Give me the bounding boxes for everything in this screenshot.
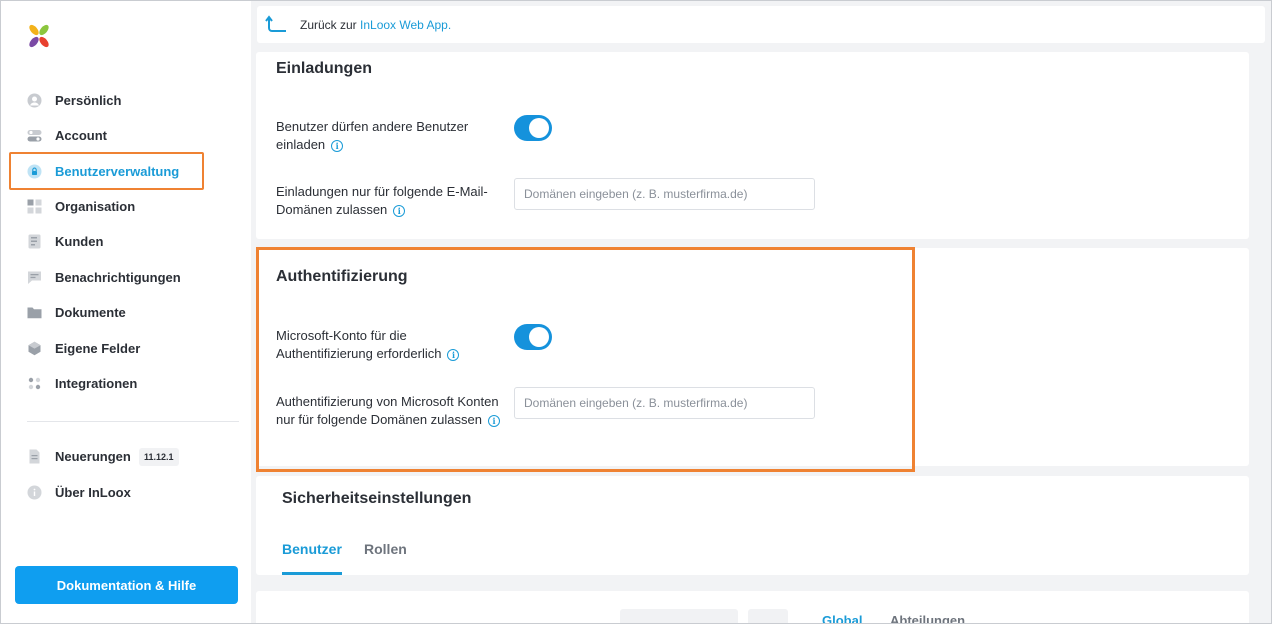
authentication-title: Authentifizierung (276, 268, 408, 285)
sidebar-item-eigene-felder[interactable]: Eigene Felder (1, 331, 251, 366)
authentication-card: Authentifizierung Microsoft-Konto für di… (256, 248, 1249, 466)
version-badge: 11.12.1 (139, 448, 179, 466)
sidebar-item-label: Über InLoox (55, 485, 131, 500)
inloox-logo-icon[interactable] (27, 23, 51, 49)
back-link-prefix: Zurück zur (300, 17, 361, 32)
plug-icon (27, 376, 42, 391)
allow-invite-label: Benutzer dürfen andere Benutzer einladen… (276, 118, 496, 154)
lock-icon (27, 164, 42, 179)
sidebar-divider (27, 421, 239, 422)
info-circle-icon (27, 485, 42, 500)
toggle-icon (27, 128, 42, 143)
ms-domains-text: Authentifizierung von Microsoft Konten n… (276, 394, 499, 427)
sidebar: Persönlich Account Benutzerverwaltung Or… (1, 1, 251, 623)
invite-domains-label: Einladungen nur für folgende E-Mail-Domä… (276, 183, 491, 219)
back-to-webapp-link[interactable]: InLoox Web App. (360, 18, 451, 32)
sidebar-item-label: Integrationen (55, 376, 138, 391)
grid-icon (27, 199, 42, 214)
sidebar-item-label: Eigene Felder (55, 341, 141, 356)
sidebar-item-organisation[interactable]: Organisation (1, 189, 251, 224)
invite-domains-text: Einladungen nur für folgende E-Mail-Domä… (276, 184, 488, 217)
allow-invite-text: Benutzer dürfen andere Benutzer einladen (276, 119, 469, 152)
security-title: Sicherheitseinstellungen (282, 490, 472, 507)
back-bar: Zurück zur InLoox Web App. (257, 6, 1265, 43)
sidebar-item-persoenlich[interactable]: Persönlich (1, 83, 251, 118)
invitations-card: Einladungen Benutzer dürfen andere Benut… (256, 52, 1249, 239)
ms-domains-label: Authentifizierung von Microsoft Konten n… (276, 393, 501, 429)
tab-global[interactable]: Global (822, 613, 862, 624)
filter-button[interactable] (748, 609, 788, 624)
sidebar-item-neuerungen[interactable]: Neuerungen 11.12.1 (1, 439, 251, 474)
sidebar-item-label: Benachrichtigungen (55, 270, 181, 285)
allow-invite-toggle[interactable] (514, 115, 552, 141)
security-card: Sicherheitseinstellungen Benutzer Rollen (256, 476, 1249, 575)
invitations-title: Einladungen (276, 60, 372, 77)
info-icon[interactable]: i (487, 414, 500, 427)
sidebar-item-dokumente[interactable]: Dokumente (1, 295, 251, 330)
sidebar-item-account[interactable]: Account (1, 118, 251, 153)
toggle-knob (529, 327, 549, 347)
hexagon-icon (27, 341, 42, 356)
sidebar-item-label: Benutzerverwaltung (55, 164, 180, 179)
sidebar-item-benachrichtigungen[interactable]: Benachrichtigungen (1, 260, 251, 295)
sidebar-item-label: Dokumente (55, 305, 126, 320)
info-icon[interactable]: i (331, 139, 344, 152)
chat-icon (27, 270, 42, 285)
active-tab-indicator (282, 572, 342, 575)
invite-domains-input[interactable] (514, 178, 815, 210)
sidebar-item-benutzerverwaltung[interactable]: Benutzerverwaltung (1, 154, 251, 189)
contacts-icon (27, 234, 42, 249)
ms-domains-input[interactable] (514, 387, 815, 419)
sidebar-item-label: Organisation (55, 199, 136, 214)
info-icon[interactable]: i (447, 348, 460, 361)
info-icon[interactable]: i (393, 204, 406, 217)
tab-benutzer[interactable]: Benutzer (282, 541, 342, 557)
ms-required-label: Microsoft-Konto für die Authentifizierun… (276, 327, 496, 363)
ms-required-text: Microsoft-Konto für die Authentifizierun… (276, 328, 442, 361)
search-box[interactable] (620, 609, 738, 624)
return-arrow-icon (265, 15, 286, 32)
user-circle-icon (27, 93, 42, 108)
security-table-card: Global Abteilungen (256, 591, 1249, 624)
tab-rollen[interactable]: Rollen (364, 541, 407, 557)
ms-required-toggle[interactable] (514, 324, 552, 350)
sidebar-item-label: Neuerungen (55, 449, 131, 464)
sidebar-item-ueber-inloox[interactable]: Über InLoox (1, 475, 251, 510)
document-icon (27, 449, 42, 464)
sidebar-item-label: Kunden (55, 234, 104, 249)
sidebar-item-integrationen[interactable]: Integrationen (1, 366, 251, 401)
documentation-help-button[interactable]: Dokumentation & Hilfe (15, 566, 238, 604)
tab-abteilungen[interactable]: Abteilungen (890, 613, 965, 624)
sidebar-item-kunden[interactable]: Kunden (1, 224, 251, 259)
back-link-text: Zurück zur InLoox Web App. (300, 18, 451, 32)
toggle-knob (529, 118, 549, 138)
folder-icon (27, 305, 42, 320)
sidebar-item-label: Persönlich (55, 93, 122, 108)
sidebar-item-label: Account (55, 128, 107, 143)
